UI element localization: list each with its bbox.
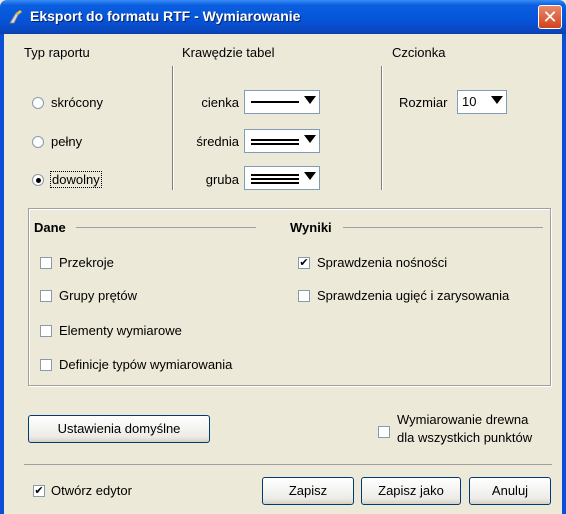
- save-button[interactable]: Zapisz: [262, 477, 354, 505]
- checkbox-open-editor[interactable]: ✔: [33, 485, 45, 497]
- border-thick-label: gruba: [205, 172, 239, 187]
- wood-label-line1[interactable]: Wymiarowanie drewna: [397, 412, 528, 427]
- font-size-select[interactable]: 10: [457, 90, 507, 114]
- checkbox-definicje[interactable]: [40, 359, 52, 371]
- border-thin-select[interactable]: [244, 90, 320, 114]
- checkbox-sprawdzenia-nosnosci[interactable]: ✔: [298, 257, 310, 269]
- line-sample: [251, 178, 299, 180]
- line-sample: [251, 101, 299, 103]
- separator: [172, 66, 174, 190]
- cancel-button[interactable]: Anuluj: [469, 477, 551, 505]
- line-sample: [251, 139, 299, 141]
- font-size-label: Rozmiar: [399, 95, 448, 110]
- radio-label[interactable]: dowolny: [50, 171, 102, 188]
- close-button[interactable]: ✕: [538, 5, 562, 29]
- border-thick-select[interactable]: [244, 166, 320, 190]
- border-medium-label: średnia: [196, 134, 239, 149]
- footer-divider: [24, 464, 552, 465]
- checkbox-wood[interactable]: [378, 426, 390, 438]
- chevron-down-icon: [304, 135, 316, 143]
- checkbox-label[interactable]: Grupy prętów: [59, 288, 137, 303]
- radio-pelny[interactable]: [32, 136, 44, 148]
- checkbox-label[interactable]: Przekroje: [59, 255, 114, 270]
- export-dialog: Eksport do formatu RTF - Wymiarowanie ✕ …: [0, 0, 566, 514]
- font-label: Czcionka: [392, 45, 446, 60]
- checkbox-label[interactable]: Definicje typów wymiarowania: [59, 357, 232, 372]
- window-title: Eksport do formatu RTF - Wymiarowanie: [30, 8, 301, 24]
- window-frame-right: [562, 34, 566, 514]
- window-frame-left: [0, 34, 4, 514]
- border-medium-select[interactable]: [244, 129, 320, 153]
- data-section-label: Dane: [34, 220, 66, 235]
- chevron-down-icon: [304, 172, 316, 180]
- checkbox-label[interactable]: Sprawdzenia nośności: [317, 255, 447, 270]
- radio-skrocony[interactable]: [32, 97, 44, 109]
- checkbox-label[interactable]: Sprawdzenia ugięć i zarysowania: [317, 288, 509, 303]
- radio-label[interactable]: pełny: [51, 134, 82, 149]
- checkbox-przekroje[interactable]: [40, 257, 52, 269]
- checkbox-label[interactable]: Otwórz edytor: [51, 483, 132, 498]
- results-section-label: Wyniki: [290, 220, 332, 235]
- chevron-down-icon: [491, 96, 503, 104]
- report-type-label: Typ raportu: [24, 45, 90, 60]
- line-sample: [251, 174, 299, 176]
- radio-dowolny[interactable]: [32, 174, 44, 186]
- chevron-down-icon: [304, 96, 316, 104]
- section-divider: [343, 227, 543, 228]
- wood-label-line2[interactable]: dla wszystkich punktów: [397, 430, 532, 445]
- defaults-button[interactable]: Ustawienia domyślne: [28, 415, 210, 443]
- border-thin-label: cienka: [201, 95, 239, 110]
- font-size-value: 10: [462, 94, 477, 109]
- checkbox-sprawdzenia-ugiec[interactable]: [298, 290, 310, 302]
- line-sample: [251, 143, 299, 145]
- separator: [381, 66, 383, 190]
- checkbox-grupy-pretow[interactable]: [40, 290, 52, 302]
- radio-label[interactable]: skrócony: [51, 95, 103, 110]
- section-divider: [76, 227, 256, 228]
- line-sample: [251, 182, 299, 184]
- checkbox-label[interactable]: Elementy wymiarowe: [59, 323, 182, 338]
- checkbox-elementy-wymiarowe[interactable]: [40, 325, 52, 337]
- save-as-button[interactable]: Zapisz jako: [361, 477, 461, 505]
- title-bar[interactable]: Eksport do formatu RTF - Wymiarowanie ✕: [0, 0, 566, 34]
- app-icon: [9, 10, 22, 24]
- table-borders-label: Krawędzie tabel: [182, 45, 275, 60]
